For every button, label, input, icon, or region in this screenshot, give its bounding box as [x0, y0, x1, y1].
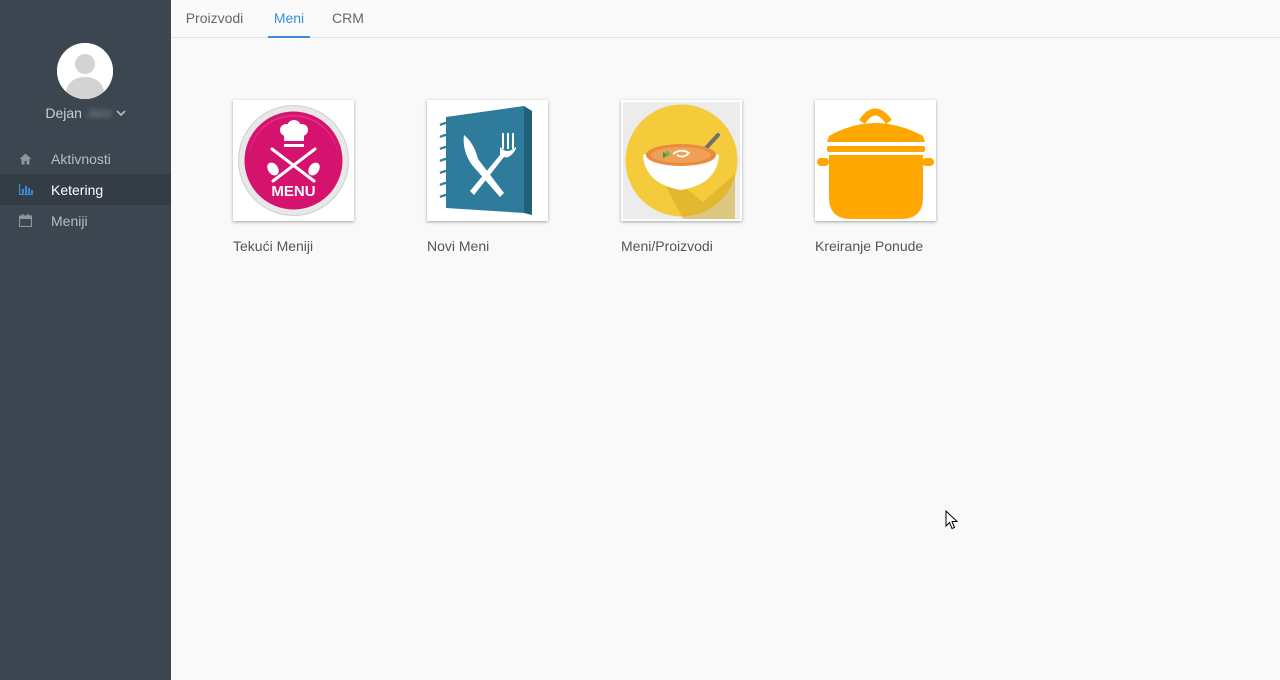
home-icon — [19, 152, 33, 166]
sidebar-item-aktivnosti[interactable]: Aktivnosti — [0, 143, 171, 174]
calendar-icon — [19, 214, 33, 228]
mouse-cursor-icon — [945, 510, 959, 530]
tab-crm[interactable]: CRM — [332, 0, 364, 38]
tile-novi-meni[interactable]: Novi Meni — [427, 100, 567, 254]
sidebar-item-label: Ketering — [51, 181, 104, 198]
tab-meni[interactable]: Meni — [268, 0, 310, 38]
tile-meni-proizvodi[interactable]: Meni/Proizvodi — [621, 100, 761, 254]
user-silhouette-icon — [57, 43, 113, 99]
user-first-name: Dejan — [45, 105, 82, 121]
user-menu[interactable]: Dejan Jazz — [0, 103, 171, 123]
tab-proizvodi[interactable]: Proizvodi — [184, 0, 245, 38]
sidebar-item-meniji[interactable]: Meniji — [0, 205, 171, 236]
sidebar-item-ketering[interactable]: Ketering — [0, 174, 171, 205]
tile-label: Novi Meni — [427, 238, 490, 254]
sidebar: Dejan Jazz Aktivnosti Ketering Meniji — [0, 0, 171, 680]
sidebar-nav: Aktivnosti Ketering Meniji — [0, 143, 171, 236]
menu-badge-icon: MENU — [233, 100, 354, 221]
menu-book-icon — [427, 100, 548, 221]
avatar[interactable] — [57, 43, 113, 99]
bar-chart-icon — [19, 183, 33, 197]
tile-kreiranje-ponude[interactable]: Kreiranje Ponude — [815, 100, 955, 254]
tile-tekuci-meniji[interactable]: MENU Tekući Meniji — [233, 100, 373, 254]
top-tab-bar: Proizvodi Meni CRM — [171, 0, 1280, 38]
menu-badge-text: MENU — [271, 183, 315, 200]
chevron-down-icon — [116, 109, 126, 117]
sidebar-item-label: Meniji — [51, 212, 88, 229]
tile-label: Kreiranje Ponude — [815, 238, 924, 254]
cooking-pot-icon — [815, 100, 936, 221]
soup-bowl-icon — [621, 100, 742, 221]
tile-label: Meni/Proizvodi — [621, 238, 713, 254]
sidebar-item-label: Aktivnosti — [51, 150, 111, 167]
tile-label: Tekući Meniji — [233, 238, 314, 254]
user-last-name: Jazz — [86, 106, 112, 120]
